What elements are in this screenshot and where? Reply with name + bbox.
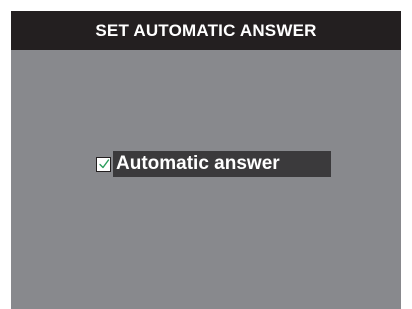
title-bar: SET AUTOMATIC ANSWER (11, 11, 401, 50)
option-label: Automatic answer (116, 153, 280, 174)
automatic-answer-option[interactable]: Automatic answer (96, 151, 331, 177)
device-screen: SET AUTOMATIC ANSWER Automatic answer (11, 11, 401, 309)
checkmark-icon (98, 159, 109, 169)
page-title: SET AUTOMATIC ANSWER (95, 20, 317, 40)
automatic-answer-checkbox[interactable] (96, 156, 111, 172)
option-highlight[interactable]: Automatic answer (113, 151, 331, 177)
